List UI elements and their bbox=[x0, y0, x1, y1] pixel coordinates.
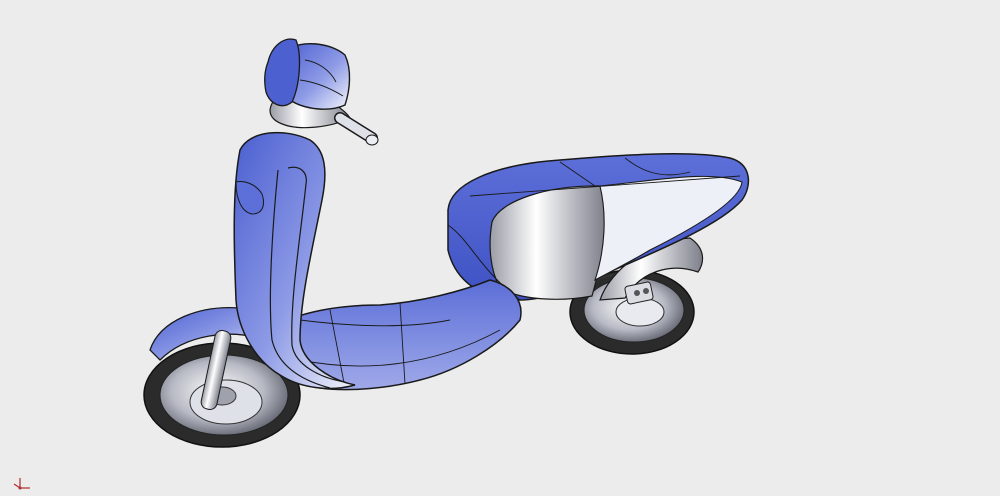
handlebar-head bbox=[264, 38, 379, 146]
axis-triad-icon bbox=[13, 478, 30, 490]
cad-viewport[interactable] bbox=[0, 0, 1000, 496]
rear-body bbox=[447, 153, 750, 301]
scooter-3d-model[interactable] bbox=[0, 0, 1000, 496]
